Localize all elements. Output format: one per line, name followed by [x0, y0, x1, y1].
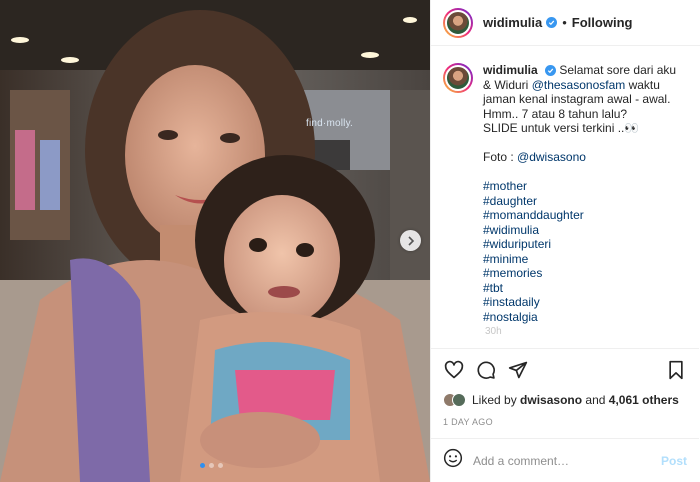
carousel-indicator — [200, 463, 223, 468]
post-actions: Liked by dwisasono and 4,061 others 1 DA… — [431, 348, 699, 427]
caption-slide-line: SLIDE untuk versi terkini ..👀 — [483, 121, 640, 135]
comment-input[interactable] — [473, 453, 661, 468]
post-comment-button[interactable]: Post — [661, 454, 687, 468]
store-sign-text: find·molly. — [306, 118, 354, 129]
post-side-panel: widimulia • Following widimulia Selamat … — [430, 0, 700, 482]
hashtag-link[interactable]: #memories — [483, 266, 683, 281]
avatar-image — [445, 9, 471, 36]
caption-foto-mention-link[interactable]: @dwisasono — [517, 150, 586, 164]
carousel-dot — [200, 463, 205, 468]
avatar-image — [445, 65, 471, 91]
author-username[interactable]: widimulia — [483, 15, 542, 30]
header-separator: • — [562, 15, 567, 30]
hashtag-link[interactable]: #minime — [483, 252, 683, 267]
carousel-next-button[interactable] — [400, 230, 421, 251]
caption-row: widimulia Selamat sore dari aku & Widuri… — [443, 63, 687, 324]
author-avatar[interactable] — [443, 7, 473, 38]
post-header: widimulia • Following — [431, 0, 700, 46]
hashtag-link[interactable]: #instadaily — [483, 295, 683, 310]
liker-avatar — [452, 393, 466, 407]
photo-image — [0, 0, 430, 482]
chevron-right-icon — [406, 235, 416, 246]
comment-icon[interactable] — [475, 359, 497, 381]
bookmark-icon[interactable] — [665, 359, 687, 381]
instagram-post-modal: find·molly. widimulia • Following widimu… — [0, 0, 700, 482]
post-photo[interactable]: find·molly. — [0, 0, 430, 482]
likes-prefix: Liked by — [472, 393, 517, 407]
caption-mention-link[interactable]: @thesasonosfam — [532, 78, 626, 92]
caption-text: widimulia Selamat sore dari aku & Widuri… — [483, 63, 683, 324]
caption-avatar[interactable] — [443, 63, 473, 93]
hashtag-link[interactable]: #tbt — [483, 281, 683, 296]
verified-badge-icon — [546, 17, 558, 28]
hashtag-link[interactable]: #nostalgia — [483, 310, 683, 325]
hashtag-link[interactable]: #momanddaughter — [483, 208, 683, 223]
heart-icon[interactable] — [443, 359, 465, 381]
likes-count[interactable]: 4,061 others — [609, 393, 679, 407]
likes-summary[interactable]: Liked by dwisasono and 4,061 others — [443, 393, 687, 407]
send-icon[interactable] — [507, 359, 529, 381]
comments-area[interactable]: widimulia Selamat sore dari aku & Widuri… — [431, 47, 699, 345]
likes-and: and — [585, 393, 606, 407]
carousel-dot — [218, 463, 223, 468]
liker-username[interactable]: dwisasono — [520, 393, 582, 407]
caption-foto-label: Foto : — [483, 150, 514, 164]
add-comment-bar: Post — [431, 438, 699, 482]
following-button[interactable]: Following — [572, 15, 633, 30]
caption-time: 30h — [485, 326, 502, 337]
hashtag-link[interactable]: #daughter — [483, 194, 683, 209]
likes-text: Liked by dwisasono and 4,061 others — [472, 393, 679, 407]
post-date: 1 DAY AGO — [443, 417, 493, 427]
carousel-dot — [209, 463, 214, 468]
hashtag-link[interactable]: #mother — [483, 179, 683, 194]
caption-username[interactable]: widimulia — [483, 63, 538, 77]
hashtag-link[interactable]: #widuriputeri — [483, 237, 683, 252]
emoji-icon[interactable] — [443, 448, 463, 473]
verified-badge-icon — [545, 65, 557, 76]
action-icons-row — [443, 359, 687, 381]
hashtag-link[interactable]: #widimulia — [483, 223, 683, 238]
